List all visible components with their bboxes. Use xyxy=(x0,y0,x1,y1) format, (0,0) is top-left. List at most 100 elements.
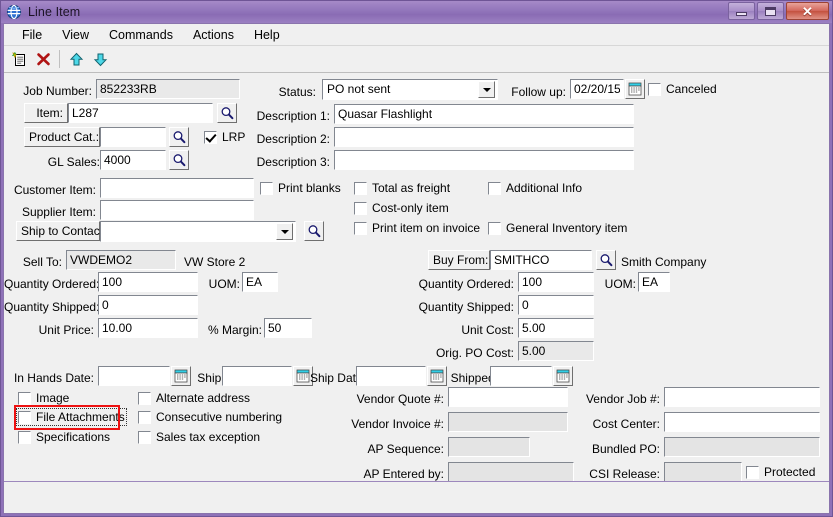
window-titlebar[interactable]: Line Item ✕ xyxy=(1,1,832,23)
item-lookup-label-button[interactable]: Item: xyxy=(24,103,68,123)
csi-release-field[interactable] xyxy=(664,462,742,481)
consecutive-numbering-checkbox[interactable]: Consecutive numbering xyxy=(138,410,282,424)
file-attachments-checkbox-box[interactable] xyxy=(18,410,31,424)
description-1-field[interactable] xyxy=(334,104,634,124)
item-field[interactable] xyxy=(68,103,213,123)
total-as-freight-checkbox[interactable]: Total as freight xyxy=(354,181,450,195)
total-as-freight-checkbox-box[interactable] xyxy=(354,181,367,195)
additional-info-checkbox-box[interactable] xyxy=(488,181,501,195)
item-magnifier-icon[interactable] xyxy=(217,103,237,123)
canceled-checkbox-box[interactable] xyxy=(648,82,661,96)
additional-info-label: Additional Info xyxy=(506,181,583,195)
lrp-checkbox[interactable]: LRP xyxy=(204,130,245,144)
menu-commands[interactable]: Commands xyxy=(99,26,183,44)
description-3-field[interactable] xyxy=(334,150,634,170)
buy-uom-field[interactable] xyxy=(638,272,670,292)
sell-to-field[interactable] xyxy=(66,250,176,270)
buy-quantity-ordered-field[interactable] xyxy=(518,272,594,292)
sales-tax-exception-checkbox[interactable]: Sales tax exception xyxy=(138,430,260,444)
print-item-on-invoice-checkbox-box[interactable] xyxy=(354,221,367,235)
orig-po-cost-label: Orig. PO Cost: xyxy=(435,346,514,360)
buy-from-magnifier-icon[interactable] xyxy=(596,250,616,270)
delete-record-button[interactable] xyxy=(32,48,54,70)
move-up-button[interactable] xyxy=(65,48,87,70)
sell-quantity-ordered-field[interactable] xyxy=(98,272,198,292)
product-cat-field[interactable] xyxy=(100,127,166,147)
ap-sequence-field[interactable] xyxy=(448,437,530,457)
move-down-button[interactable] xyxy=(89,48,111,70)
menubar: File View Commands Actions Help xyxy=(4,24,829,46)
unit-price-field[interactable] xyxy=(98,318,198,338)
ship-by-field[interactable] xyxy=(222,366,292,386)
bundled-po-field[interactable] xyxy=(664,437,820,457)
unit-cost-field[interactable] xyxy=(518,318,594,338)
specifications-label: Specifications xyxy=(36,430,111,444)
menu-actions[interactable]: Actions xyxy=(183,26,244,44)
general-inventory-item-checkbox[interactable]: General Inventory item xyxy=(488,221,627,235)
print-item-on-invoice-label: Print item on invoice xyxy=(372,221,481,235)
sell-quantity-shipped-field[interactable] xyxy=(98,295,198,315)
supplier-item-field[interactable] xyxy=(100,200,254,220)
cost-only-item-checkbox[interactable]: Cost-only item xyxy=(354,201,449,215)
cost-only-item-checkbox-box[interactable] xyxy=(354,201,367,215)
cost-center-field[interactable] xyxy=(664,412,820,432)
additional-info-checkbox[interactable]: Additional Info xyxy=(488,181,582,195)
consecutive-numbering-checkbox-box[interactable] xyxy=(138,410,151,424)
specifications-checkbox-box[interactable] xyxy=(18,430,31,444)
buy-quantity-shipped-field[interactable] xyxy=(518,295,594,315)
ship-to-contact-dropdown[interactable] xyxy=(100,221,296,242)
in-hands-date-field[interactable] xyxy=(98,366,170,386)
new-record-button[interactable] xyxy=(8,48,30,70)
sell-uom-field[interactable] xyxy=(242,272,278,292)
print-blanks-checkbox[interactable]: Print blanks xyxy=(260,181,341,195)
description-2-field[interactable] xyxy=(334,127,634,147)
print-blanks-checkbox-box[interactable] xyxy=(260,181,273,195)
file-attachments-checkbox[interactable]: File Attachments xyxy=(16,408,127,426)
status-value: PO not sent xyxy=(327,82,391,96)
ship-to-contact-magnifier-icon[interactable] xyxy=(304,221,324,241)
vendor-invoice-number-field[interactable] xyxy=(448,412,568,432)
buy-from-label-button[interactable]: Buy From: xyxy=(428,250,490,270)
print-item-on-invoice-checkbox[interactable]: Print item on invoice xyxy=(354,221,480,235)
status-dropdown[interactable]: PO not sent xyxy=(322,79,498,100)
calendar-icon[interactable] xyxy=(625,79,645,99)
chevron-down-icon[interactable] xyxy=(478,81,495,98)
job-number-label: Job Number: xyxy=(23,84,92,98)
buy-from-field[interactable] xyxy=(490,250,592,270)
vendor-job-number-field[interactable] xyxy=(664,387,820,407)
lrp-checkbox-box[interactable] xyxy=(204,130,217,144)
job-number-field[interactable] xyxy=(96,79,240,99)
customer-item-field[interactable] xyxy=(100,178,254,198)
specifications-checkbox[interactable]: Specifications xyxy=(18,430,110,444)
general-inventory-item-label: General Inventory item xyxy=(506,221,628,235)
product-cat-lookup-label-button[interactable]: Product Cat.: xyxy=(24,127,100,147)
follow-up-field[interactable] xyxy=(570,79,624,99)
menu-file[interactable]: File xyxy=(12,26,52,44)
ship-to-contact-label-button[interactable]: Ship to Contact: xyxy=(16,221,106,241)
protected-checkbox[interactable]: Protected xyxy=(746,465,815,479)
image-checkbox[interactable]: Image xyxy=(18,391,69,405)
minimize-button[interactable] xyxy=(728,2,755,20)
margin-field[interactable] xyxy=(264,318,312,338)
gl-sales-field[interactable] xyxy=(100,150,166,170)
canceled-checkbox[interactable]: Canceled xyxy=(648,82,717,96)
general-inventory-item-checkbox-box[interactable] xyxy=(488,221,501,235)
gl-sales-magnifier-icon[interactable] xyxy=(169,150,189,170)
shipped-date-calendar-icon[interactable] xyxy=(553,366,573,386)
product-cat-magnifier-icon[interactable] xyxy=(169,127,189,147)
in-hands-date-calendar-icon[interactable] xyxy=(171,366,191,386)
ship-date-field[interactable] xyxy=(356,366,426,386)
ship-to-contact-chevron-down-icon[interactable] xyxy=(276,223,293,240)
orig-po-cost-field[interactable] xyxy=(518,341,594,361)
alternate-address-checkbox-box[interactable] xyxy=(138,391,151,405)
menu-view[interactable]: View xyxy=(52,26,99,44)
image-checkbox-box[interactable] xyxy=(18,391,31,405)
protected-checkbox-box[interactable] xyxy=(746,465,759,479)
alternate-address-checkbox[interactable]: Alternate address xyxy=(138,391,250,405)
menu-help[interactable]: Help xyxy=(244,26,290,44)
shipped-date-field[interactable] xyxy=(490,366,552,386)
close-button[interactable]: ✕ xyxy=(786,2,829,20)
sales-tax-exception-checkbox-box[interactable] xyxy=(138,430,151,444)
vendor-quote-number-field[interactable] xyxy=(448,387,568,407)
maximize-button[interactable] xyxy=(757,2,784,20)
